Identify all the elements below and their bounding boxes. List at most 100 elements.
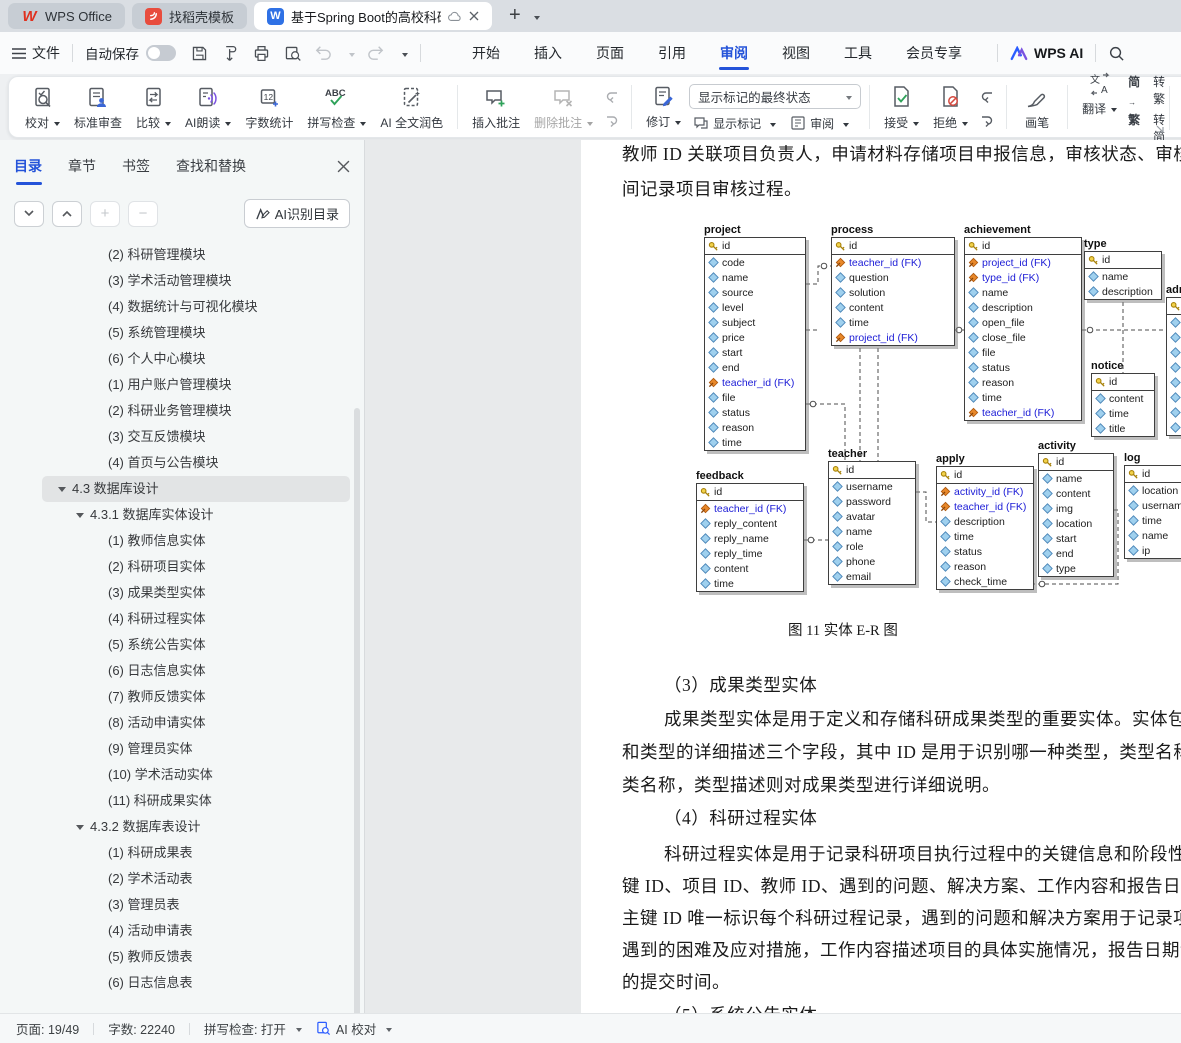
sidebar-tab[interactable]: 章节 bbox=[68, 156, 96, 185]
toc-item[interactable]: 4.3 数据库设计 bbox=[42, 476, 350, 502]
sidebar-tab[interactable]: 查找和替换 bbox=[176, 156, 246, 185]
show-markup-button[interactable]: 显示标记 bbox=[689, 113, 780, 134]
ai-read-aloud-button[interactable]: AI朗读 bbox=[179, 82, 237, 133]
toc-item[interactable]: (4) 科研过程实体 bbox=[42, 606, 350, 632]
toc-item[interactable]: (1) 科研成果表 bbox=[42, 840, 350, 866]
menu-item[interactable]: 审阅 bbox=[703, 34, 765, 72]
toc-item[interactable]: (5) 系统管理模块 bbox=[42, 320, 350, 346]
save-button[interactable] bbox=[190, 44, 209, 63]
print-button[interactable] bbox=[252, 44, 271, 63]
translate-button[interactable]: 文A 翻译 bbox=[1076, 68, 1123, 119]
redo-button[interactable] bbox=[367, 45, 385, 61]
toc-item[interactable]: (10) 学术活动实体 bbox=[42, 762, 350, 788]
spell-check-status[interactable]: 拼写检查: 打开 bbox=[204, 1019, 302, 1038]
toc-item[interactable]: (6) 日志信息表 bbox=[42, 970, 350, 996]
markup-state-select[interactable]: 显示标记的最终状态 bbox=[689, 83, 862, 109]
standard-review-button[interactable]: 标准审查 bbox=[68, 82, 128, 133]
toc-item[interactable]: (6) 个人中心模块 bbox=[42, 346, 350, 372]
menu-item[interactable]: 页面 bbox=[579, 34, 641, 72]
autosave-control[interactable]: 自动保存 bbox=[85, 43, 176, 63]
caret-down-icon[interactable] bbox=[76, 824, 84, 834]
toc-item[interactable]: (1) 教师信息实体 bbox=[42, 528, 350, 554]
zoom-out-toc-button[interactable]: − bbox=[128, 200, 158, 227]
toc-item-label: (3) 交互反馈模块 bbox=[108, 429, 206, 444]
previous-revision-button[interactable] bbox=[976, 87, 998, 107]
ai-recognize-toc-button[interactable]: AI识别目录 bbox=[243, 199, 350, 228]
accept-revision-button[interactable]: 接受 bbox=[878, 82, 925, 133]
collapse-toc-button[interactable] bbox=[52, 200, 82, 227]
tab-docer-templates[interactable]: 找稻壳模板 bbox=[131, 3, 247, 29]
search-icon[interactable] bbox=[1108, 45, 1125, 62]
ink-pen-button[interactable]: 画笔 bbox=[1015, 82, 1059, 133]
toc-item[interactable]: (7) 教师反馈实体 bbox=[42, 684, 350, 710]
sidebar-tab[interactable]: 目录 bbox=[14, 156, 42, 185]
menu-item[interactable]: 工具 bbox=[827, 34, 889, 72]
compare-button[interactable]: 比较 bbox=[130, 82, 177, 133]
export-pdf-button[interactable] bbox=[221, 44, 240, 63]
redo-dropdown-icon[interactable] bbox=[397, 50, 408, 57]
toc-item[interactable]: (2) 科研业务管理模块 bbox=[42, 398, 350, 424]
review-pane-button[interactable]: 审阅 bbox=[786, 113, 853, 134]
toc-item[interactable]: 4.3.2 数据库表设计 bbox=[42, 814, 350, 840]
toc-item[interactable]: (2) 学术活动表 bbox=[42, 866, 350, 892]
caret-down-icon[interactable] bbox=[76, 512, 84, 522]
undo-dropdown-icon[interactable] bbox=[344, 50, 355, 57]
menu-item[interactable]: 视图 bbox=[765, 34, 827, 72]
sidebar-scrollbar[interactable] bbox=[354, 408, 360, 1013]
autosave-toggle[interactable] bbox=[146, 45, 176, 61]
ai-proofread-button[interactable]: AI 校对 bbox=[316, 1019, 393, 1038]
toc-item[interactable]: 4.3.1 数据库实体设计 bbox=[42, 502, 350, 528]
to-traditional-button[interactable]: 简 转繁 bbox=[1125, 72, 1180, 108]
file-menu-button[interactable]: 文件 bbox=[12, 43, 60, 63]
ribbon-launcher-icon[interactable] bbox=[1155, 124, 1165, 134]
ai-polish-button[interactable]: AI 全文润色 bbox=[374, 82, 449, 133]
reject-revision-button[interactable]: 拒绝 bbox=[927, 82, 974, 133]
tab-list-dropdown-icon[interactable] bbox=[529, 7, 540, 25]
spell-check-button[interactable]: ABC 拼写检查 bbox=[301, 82, 372, 133]
toc-item[interactable]: (3) 交互反馈模块 bbox=[42, 424, 350, 450]
page-indicator[interactable]: 页面: 19/49 bbox=[16, 1019, 79, 1038]
close-sidebar-icon[interactable] bbox=[337, 160, 350, 181]
expand-toc-button[interactable] bbox=[14, 200, 44, 227]
wps-ai-button[interactable]: WPS AI bbox=[1010, 45, 1083, 61]
delete-comment-button[interactable]: 删除批注 bbox=[528, 82, 599, 133]
toc-item[interactable]: (4) 活动申请表 bbox=[42, 918, 350, 944]
toc-item[interactable]: (4) 首页与公告模块 bbox=[42, 450, 350, 476]
zoom-in-toc-button[interactable]: + bbox=[90, 200, 120, 227]
menu-item[interactable]: 引用 bbox=[641, 34, 703, 72]
next-revision-button[interactable] bbox=[976, 111, 998, 131]
toc-item[interactable]: (11) 科研成果实体 bbox=[42, 788, 350, 814]
sidebar-tab[interactable]: 书签 bbox=[122, 156, 150, 185]
new-tab-button[interactable]: + bbox=[499, 4, 529, 29]
toc-item[interactable]: (5) 教师反馈表 bbox=[42, 944, 350, 970]
track-changes-button[interactable]: 修订 bbox=[640, 81, 687, 132]
insert-comment-button[interactable]: 插入批注 bbox=[466, 82, 526, 133]
toc-item[interactable]: (2) 科研项目实体 bbox=[42, 554, 350, 580]
toc-item[interactable]: (3) 学术活动管理模块 bbox=[42, 268, 350, 294]
toc-item[interactable]: (4) 数据统计与可视化模块 bbox=[42, 294, 350, 320]
word-count-button[interactable]: 12 字数统计 bbox=[239, 82, 299, 133]
next-comment-button[interactable] bbox=[601, 111, 623, 131]
toc-item[interactable]: (2) 科研管理模块 bbox=[42, 242, 350, 268]
tab-document[interactable]: W 基于Spring Boot的高校科研 bbox=[253, 2, 492, 30]
menu-item[interactable]: 会员专享 bbox=[889, 34, 979, 72]
caret-down-icon[interactable] bbox=[58, 486, 66, 496]
toc-item[interactable]: (3) 管理员表 bbox=[42, 892, 350, 918]
toc-item[interactable]: (5) 系统公告实体 bbox=[42, 632, 350, 658]
menu-item[interactable]: 插入 bbox=[517, 34, 579, 72]
cloud-sync-icon[interactable] bbox=[448, 11, 462, 22]
toc-item[interactable]: (6) 日志信息实体 bbox=[42, 658, 350, 684]
print-preview-button[interactable] bbox=[283, 44, 302, 63]
close-tab-icon[interactable] bbox=[469, 11, 479, 21]
previous-comment-button[interactable] bbox=[601, 87, 623, 107]
toc-item[interactable]: (1) 用户账户管理模块 bbox=[42, 372, 350, 398]
toc-item[interactable]: (9) 管理员实体 bbox=[42, 736, 350, 762]
menu-item[interactable]: 开始 bbox=[455, 34, 517, 72]
tab-wps-office[interactable]: W WPS Office bbox=[8, 3, 125, 29]
word-count-indicator[interactable]: 字数: 22240 bbox=[108, 1019, 175, 1038]
undo-button[interactable] bbox=[314, 45, 332, 61]
toc-item[interactable]: (3) 成果类型实体 bbox=[42, 580, 350, 606]
toc-item[interactable]: (8) 活动申请实体 bbox=[42, 710, 350, 736]
proofread-button[interactable]: 校对 bbox=[19, 82, 66, 133]
er-entity-title: adm bbox=[1166, 284, 1181, 296]
